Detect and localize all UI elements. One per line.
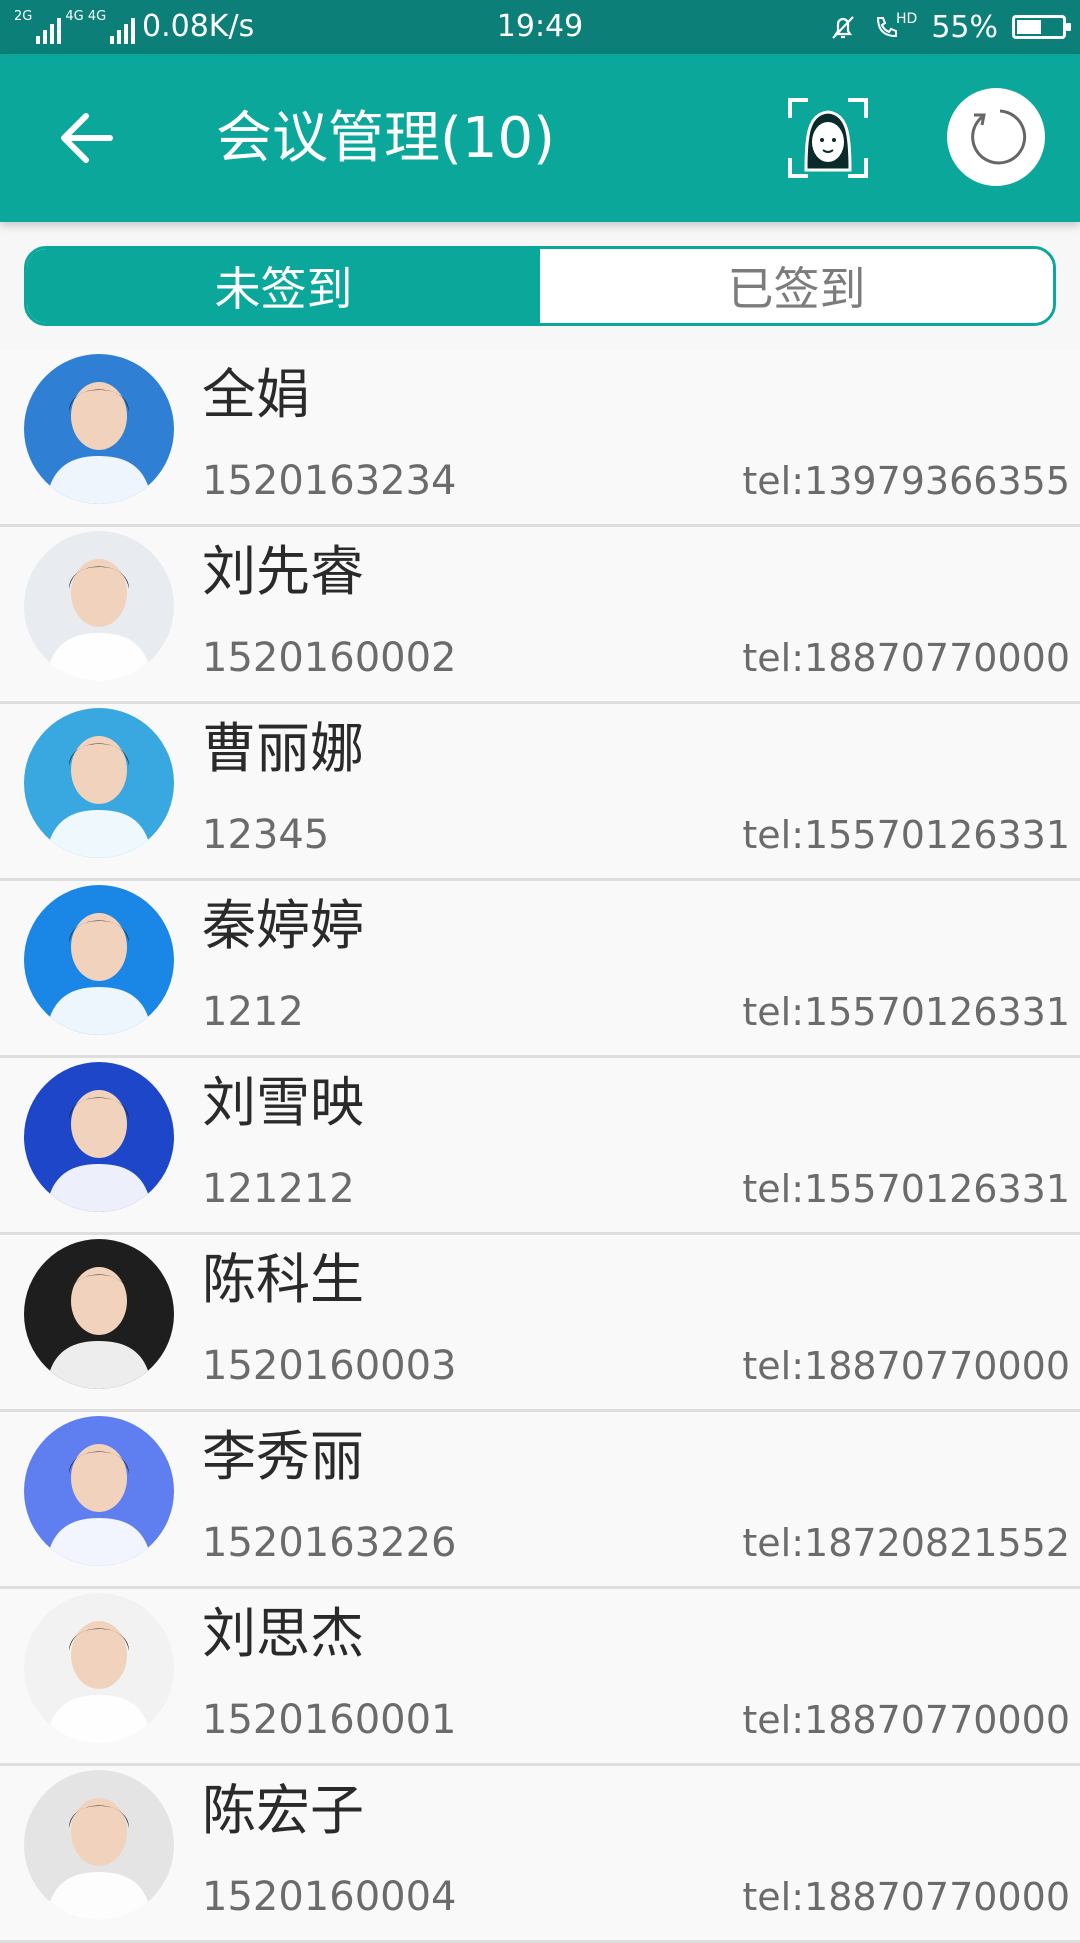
attendee-id: 1520163226: [202, 1520, 457, 1566]
battery-percent: 55%: [931, 9, 998, 45]
attendee-name: 秦婷婷: [202, 894, 364, 957]
avatar: [24, 531, 174, 681]
status-bar: 2G 4G 4G 0.08K/s 19:49 HD 55%: [0, 0, 1080, 54]
attendee-name: 曹丽娜: [202, 717, 364, 780]
attendee-name: 陈科生: [202, 1248, 364, 1311]
attendee-id: 1520163234: [202, 458, 457, 504]
attendee-id: 1520160002: [202, 635, 457, 681]
attendee-phone: tel:18870770000: [742, 1875, 1070, 1919]
list-item[interactable]: 刘雪映 121212 tel:15570126331: [0, 1058, 1080, 1235]
person-photo-icon: [24, 354, 174, 504]
avatar: [24, 885, 174, 1035]
list-item[interactable]: 刘先睿 1520160002 tel:18870770000: [0, 527, 1080, 704]
attendee-name: 刘思杰: [202, 1602, 364, 1665]
attendee-list: 全娟 1520163234 tel:13979366355 刘先睿 1520160002…: [0, 350, 1080, 1943]
list-item[interactable]: 陈宏子 1520160004 tel:18870770000: [0, 1766, 1080, 1943]
page-title: 会议管理(10): [216, 106, 555, 171]
list-item[interactable]: 刘思杰 1520160001 tel:18870770000: [0, 1589, 1080, 1766]
person-photo-icon: [24, 1770, 174, 1920]
attendee-name: 陈宏子: [202, 1779, 364, 1842]
avatar: [24, 354, 174, 504]
attendee-phone: tel:15570126331: [742, 990, 1070, 1034]
face-scan-button[interactable]: [786, 96, 870, 180]
list-item[interactable]: 秦婷婷 1212 tel:15570126331: [0, 881, 1080, 1058]
attendee-phone: tel:18870770000: [742, 636, 1070, 680]
refresh-icon: [971, 109, 1027, 165]
attendee-phone: tel:18870770000: [742, 1698, 1070, 1742]
hd-call-indicator: HD: [872, 12, 917, 42]
refresh-button[interactable]: [947, 88, 1045, 186]
attendee-id: 1520160003: [202, 1343, 457, 1389]
list-item[interactable]: 李秀丽 1520163226 tel:18720821552: [0, 1412, 1080, 1589]
avatar: [24, 708, 174, 858]
attendee-id: 1520160001: [202, 1697, 457, 1743]
attendee-name: 李秀丽: [202, 1425, 364, 1488]
back-button[interactable]: [50, 106, 120, 170]
person-photo-icon: [24, 1239, 174, 1389]
person-photo-icon: [24, 885, 174, 1035]
hd-label: HD: [896, 11, 918, 27]
attendee-id: 1520160004: [202, 1874, 457, 1920]
tab-not-signed[interactable]: 未签到: [27, 249, 540, 323]
attendee-phone: tel:15570126331: [742, 813, 1070, 857]
list-item[interactable]: 全娟 1520163234 tel:13979366355: [0, 350, 1080, 527]
avatar: [24, 1062, 174, 1212]
attendee-name: 刘先睿: [202, 540, 364, 603]
battery-level-fill: [1017, 20, 1041, 34]
attendee-phone: tel:18720821552: [742, 1521, 1070, 1565]
attendee-phone: tel:13979366355: [742, 459, 1070, 503]
mute-bell-icon: [832, 16, 854, 39]
attendee-id: 12345: [202, 812, 330, 858]
app-bar: 会议管理(10): [0, 54, 1080, 222]
attendee-id: 121212: [202, 1166, 355, 1212]
person-photo-icon: [24, 1593, 174, 1743]
avatar: [24, 1593, 174, 1743]
sign-in-tabs: 未签到 已签到: [24, 246, 1056, 326]
attendee-phone: tel:15570126331: [742, 1167, 1070, 1211]
avatar: [24, 1239, 174, 1389]
attendee-name: 刘雪映: [202, 1071, 364, 1134]
face-scan-icon: [788, 98, 868, 178]
person-photo-icon: [24, 1416, 174, 1566]
battery-icon: [1012, 15, 1071, 39]
list-item[interactable]: 曹丽娜 12345 tel:15570126331: [0, 704, 1080, 881]
avatar: [24, 1770, 174, 1920]
arrow-left-icon: [61, 113, 113, 163]
attendee-phone: tel:18870770000: [742, 1344, 1070, 1388]
avatar: [24, 1416, 174, 1566]
tab-signed[interactable]: 已签到: [540, 249, 1053, 323]
person-photo-icon: [24, 1062, 174, 1212]
person-photo-icon: [24, 531, 174, 681]
list-item[interactable]: 陈科生 1520160003 tel:18870770000: [0, 1235, 1080, 1412]
attendee-name: 全娟: [202, 363, 310, 426]
person-photo-icon: [24, 708, 174, 858]
attendee-id: 1212: [202, 989, 304, 1035]
